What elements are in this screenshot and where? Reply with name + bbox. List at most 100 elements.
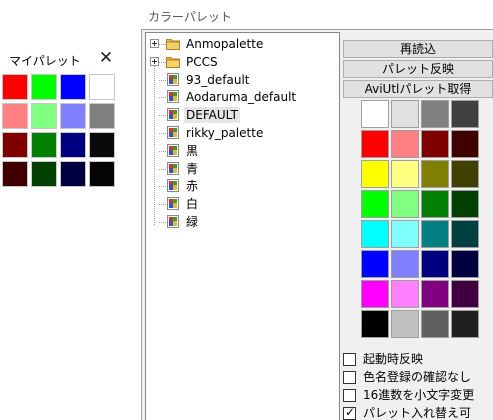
tree-connector	[159, 61, 166, 63]
palette-color-swatch[interactable]	[421, 310, 449, 338]
tree-connector	[159, 79, 166, 81]
tree-connector	[159, 97, 166, 99]
palette-color-swatch[interactable]	[391, 250, 419, 278]
tree-palette-item[interactable]: 93_default	[146, 71, 336, 89]
close-icon[interactable]: ✕	[96, 48, 116, 68]
tree-item-label: Anmopalette	[186, 37, 264, 51]
expand-plus-icon[interactable]	[150, 39, 159, 48]
palette-color-swatch[interactable]	[421, 250, 449, 278]
my-palette-swatch[interactable]	[89, 74, 115, 100]
tree-connector	[159, 150, 166, 152]
my-palette-swatch[interactable]	[31, 161, 57, 187]
palette-color-swatch[interactable]	[391, 220, 419, 248]
option-checkbox-row[interactable]: 色名登録の確認なし	[343, 368, 493, 386]
palette-color-swatch[interactable]	[391, 190, 419, 218]
tree-palette-item[interactable]: Aodaruma_default	[146, 88, 336, 106]
palette-color-swatch[interactable]	[421, 130, 449, 158]
get-aviutl-palette-button[interactable]: AviUtlパレット取得	[343, 80, 493, 98]
folder-icon	[166, 55, 180, 68]
my-palette-swatch[interactable]	[2, 132, 28, 158]
tree-connector	[159, 44, 166, 45]
palette-file-icon	[167, 72, 179, 86]
palette-color-swatch[interactable]	[451, 190, 479, 218]
palette-color-swatch[interactable]	[391, 310, 419, 338]
tree-palette-item[interactable]: 赤	[146, 177, 336, 195]
check-mark-icon: ✓	[344, 405, 356, 419]
folder-icon	[166, 37, 180, 50]
palette-color-swatch[interactable]	[451, 100, 479, 128]
palette-color-swatch[interactable]	[391, 280, 419, 308]
option-checkbox[interactable]	[343, 371, 356, 384]
palette-color-swatch[interactable]	[361, 280, 389, 308]
palette-color-swatch[interactable]	[361, 250, 389, 278]
my-palette-swatch[interactable]	[2, 103, 28, 129]
option-checkbox[interactable]	[343, 389, 356, 402]
palette-tree[interactable]: Anmopalette PCCS 93_default Aodaruma_defaul…	[145, 32, 340, 420]
my-palette-swatch[interactable]	[31, 74, 57, 100]
my-palette-swatch[interactable]	[89, 103, 115, 129]
tree-item-label: PCCS	[186, 54, 218, 69]
palette-file-icon	[167, 197, 179, 211]
palette-color-swatch[interactable]	[451, 220, 479, 248]
palette-color-grid	[361, 100, 479, 338]
palette-color-swatch[interactable]	[421, 160, 449, 188]
palette-color-swatch[interactable]	[421, 190, 449, 218]
my-palette-swatch[interactable]	[60, 161, 86, 187]
my-palette-swatch[interactable]	[89, 161, 115, 187]
palette-color-swatch[interactable]	[451, 280, 479, 308]
my-palette-grid	[2, 74, 115, 187]
palette-color-swatch[interactable]	[421, 220, 449, 248]
tree-palette-item[interactable]: 緑	[146, 213, 336, 231]
option-label: 色名登録の確認なし	[363, 370, 472, 384]
my-palette-swatch[interactable]	[31, 132, 57, 158]
expand-plus-icon[interactable]	[150, 56, 159, 66]
palette-color-swatch[interactable]	[361, 220, 389, 248]
palette-file-icon	[167, 215, 179, 228]
reflect-palette-button[interactable]: パレット反映	[343, 60, 493, 78]
palette-color-swatch[interactable]	[391, 160, 419, 188]
tree-item-label: 黒	[186, 143, 199, 158]
tree-connector	[159, 133, 166, 134]
option-checkbox[interactable]	[343, 353, 356, 366]
option-checkbox-row[interactable]: ✓ パレット入れ替え可	[343, 404, 493, 420]
palette-color-swatch[interactable]	[421, 100, 449, 128]
tree-palette-item[interactable]: DEFAULT	[146, 106, 336, 124]
tree-folder-item[interactable]: Anmopalette	[146, 35, 336, 53]
option-label: パレット入れ替え可	[363, 406, 472, 420]
tree-item-label: rikky_palette	[186, 126, 264, 140]
tree-connector	[159, 115, 166, 117]
tree-palette-item[interactable]: rikky_palette	[146, 124, 336, 142]
option-checkbox-row[interactable]: 16進数を小文字変更	[343, 386, 493, 404]
my-palette-swatch[interactable]	[2, 161, 28, 187]
my-palette-swatch[interactable]	[60, 132, 86, 158]
tree-palette-item[interactable]: 白	[146, 195, 336, 213]
palette-color-swatch[interactable]	[361, 160, 389, 188]
reload-button[interactable]: 再読込	[343, 40, 493, 58]
my-palette-swatch[interactable]	[89, 132, 115, 158]
palette-color-swatch[interactable]	[361, 100, 389, 128]
palette-file-icon	[167, 126, 179, 139]
palette-color-swatch[interactable]	[451, 130, 479, 158]
palette-color-swatch[interactable]	[451, 160, 479, 188]
my-palette-swatch[interactable]	[31, 103, 57, 129]
my-palette-swatch[interactable]	[60, 103, 86, 129]
tree-item-label: 緑	[186, 215, 199, 229]
my-palette-swatch[interactable]	[60, 74, 86, 100]
palette-file-icon	[167, 179, 179, 193]
my-palette-swatch[interactable]	[2, 74, 28, 100]
palette-color-swatch[interactable]	[451, 250, 479, 278]
tree-palette-item[interactable]: 青	[146, 160, 336, 178]
option-checkbox-row[interactable]: 起動時反映	[343, 350, 493, 368]
palette-color-swatch[interactable]	[361, 190, 389, 218]
palette-color-swatch[interactable]	[421, 280, 449, 308]
palette-color-swatch[interactable]	[451, 310, 479, 338]
tree-item-label: 93_default	[186, 72, 250, 87]
palette-color-swatch[interactable]	[391, 130, 419, 158]
tree-palette-item[interactable]: 黒	[146, 142, 336, 160]
option-checkbox[interactable]: ✓	[343, 405, 356, 420]
tree-item-label: 青	[186, 161, 199, 176]
tree-folder-item[interactable]: PCCS	[146, 53, 336, 71]
palette-color-swatch[interactable]	[361, 130, 389, 158]
palette-color-swatch[interactable]	[361, 310, 389, 338]
palette-color-swatch[interactable]	[391, 100, 419, 128]
